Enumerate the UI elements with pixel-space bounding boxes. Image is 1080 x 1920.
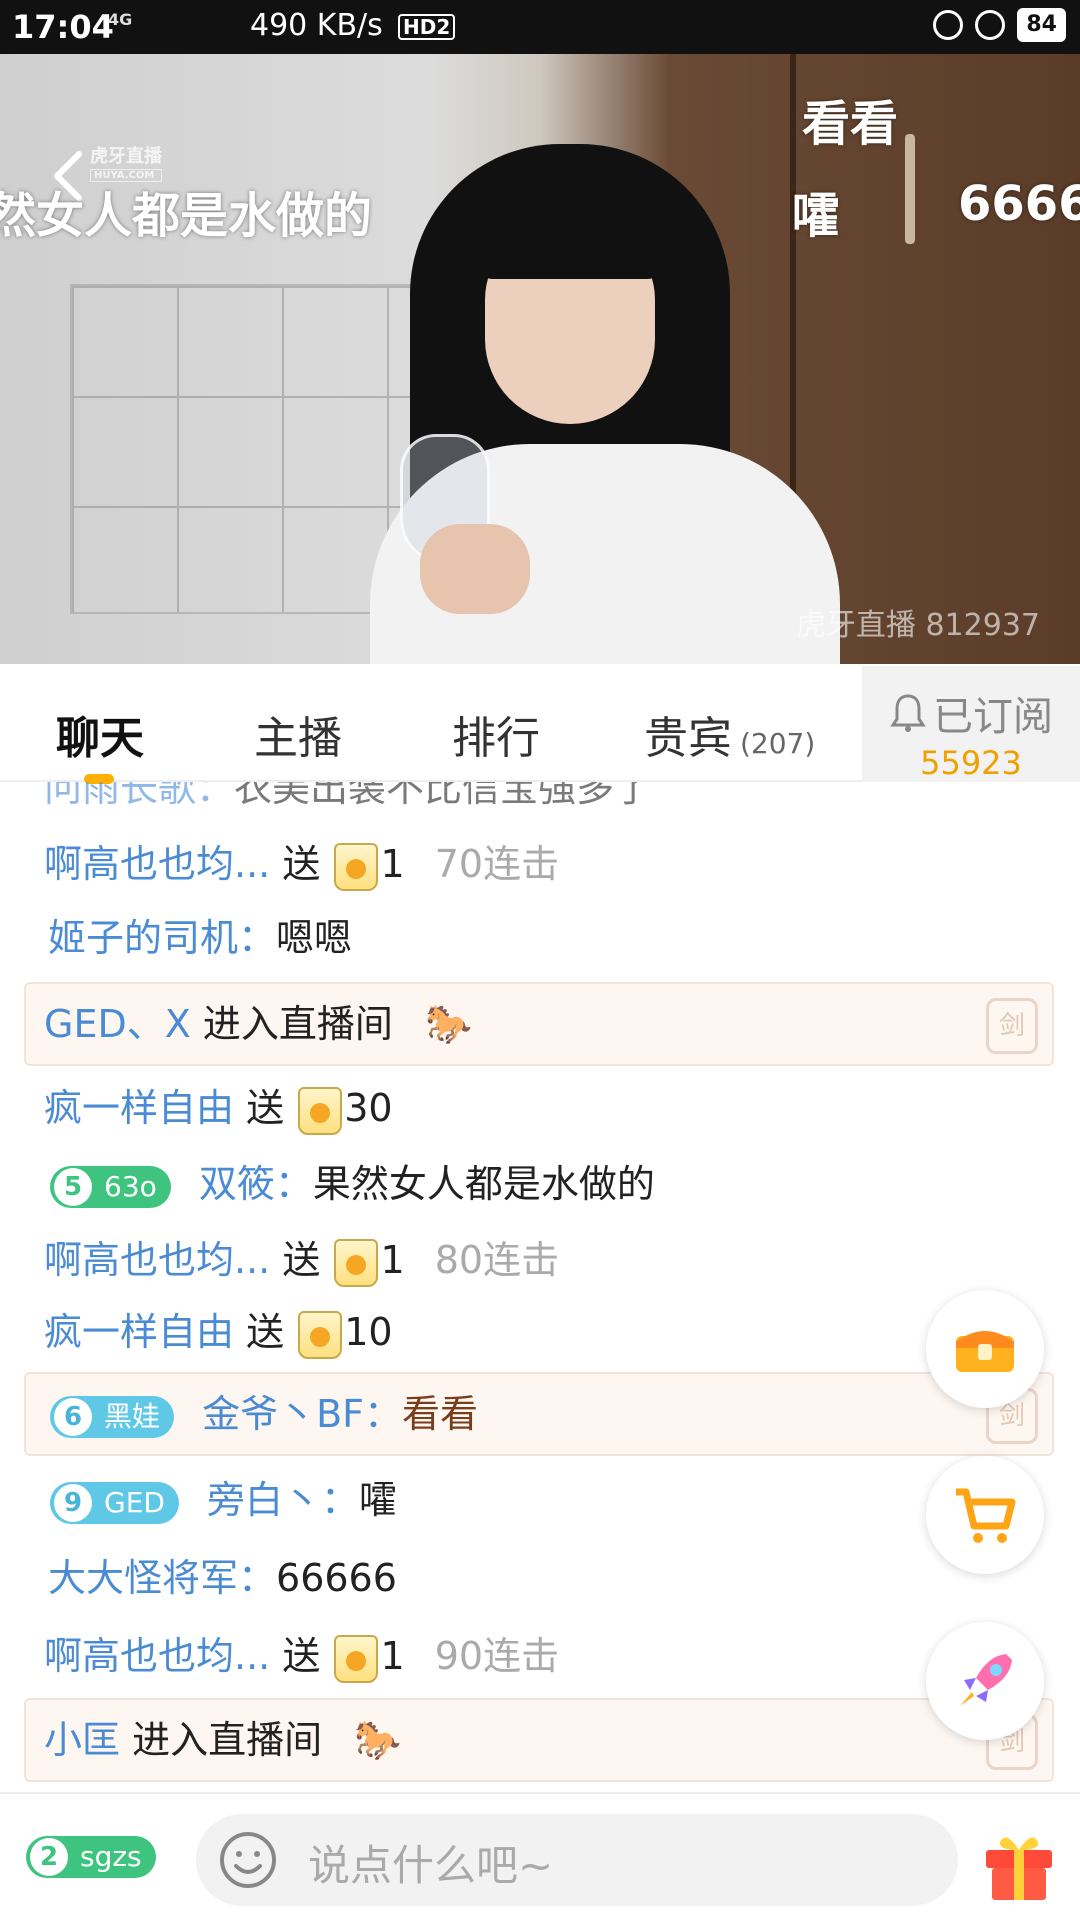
danmaku-item: 看看 <box>802 96 899 152</box>
fan-badge: 5 63o <box>50 1165 171 1208</box>
horse-icon: 🐎 <box>354 1718 402 1762</box>
chat-message: 疯一样自由 送 30 <box>44 1082 1080 1135</box>
status-icons: 84 <box>933 8 1066 42</box>
gift-button[interactable] <box>982 1824 1056 1904</box>
streamer-figure <box>370 114 850 664</box>
chat-input-placeholder: 说点什么吧~ <box>308 1841 554 1890</box>
gift-icon <box>298 1310 343 1359</box>
tab-chat[interactable]: 聊天 <box>56 702 144 766</box>
battery-indicator: 84 <box>1017 8 1066 42</box>
horse-icon: 🐎 <box>424 1002 473 1046</box>
gift-icon <box>334 842 379 891</box>
tab-streamer[interactable]: 主播 <box>254 702 342 766</box>
gift-icon <box>334 1238 379 1287</box>
danmaku-item: 嚯 <box>792 188 841 244</box>
subscribe-button[interactable]: 已订阅 55923 <box>862 666 1080 782</box>
fan-badge: 9 GED <box>50 1481 179 1524</box>
status-bar: 17:04 4G 490 KB/s HD2 84 <box>0 0 1080 54</box>
network-type: 4G <box>108 10 133 29</box>
danmaku-item: 果然女人都是水做的 <box>0 188 373 244</box>
chat-message-cutoff: 问雨长歌：衣美出装不比信宝强多了 <box>44 782 653 810</box>
room-watermark: 虎牙直播 812937 <box>795 608 1040 643</box>
status-time: 17:04 <box>12 8 114 46</box>
highlighted-message: 6 黑娃 金爷丶BF：看看 剑 <box>24 1372 1054 1456</box>
treasure-chest-button[interactable] <box>926 1290 1044 1408</box>
rocket-button[interactable] <box>926 1622 1044 1740</box>
chat-message: 5 63o 双筱：果然女人都是水做的 <box>50 1158 1080 1210</box>
subscribe-label: 已订阅 <box>933 694 1053 740</box>
shop-cart-button[interactable] <box>926 1456 1044 1574</box>
video-background-handle <box>905 134 915 244</box>
alarm-icon <box>975 10 1006 40</box>
enter-room-notice: GED、X 进入直播间 🐎 剑 <box>24 982 1054 1066</box>
chat-message: 啊高也也均... 送 1 80连击 <box>44 1234 1080 1287</box>
chat-input[interactable]: 说点什么吧~ <box>196 1814 958 1906</box>
chat-message: 啊高也也均... 送 1 90连击 <box>44 1630 1080 1683</box>
danmaku-item: 66666 <box>958 176 1080 232</box>
live-video[interactable]: 虎牙直播 HUYA.COM 看看 果然女人都是水做的 嚯 66666 虎牙直播 … <box>0 54 1080 664</box>
treasure-chest-icon <box>956 1331 1014 1372</box>
app-root: 17:04 4G 490 KB/s HD2 84 虎牙直播 HUYA.COM 看… <box>0 0 1080 1920</box>
tab-vip[interactable]: 贵宾 (207) <box>644 702 815 766</box>
chat-message: 啊高也也均... 送 1 70连击 <box>44 838 1080 891</box>
gift-icon <box>334 1634 379 1683</box>
bell-icon <box>890 694 926 732</box>
chat-list[interactable]: 问雨长歌：衣美出装不比信宝强多了 啊高也也均... 送 1 70连击 姬子的司机… <box>0 782 1080 1792</box>
lock-rotation-icon <box>933 10 964 40</box>
emoji-icon[interactable] <box>218 1830 278 1890</box>
network-speed: 490 KB/s <box>250 8 383 43</box>
rocket-icon <box>960 1654 1012 1706</box>
chat-message: 姬子的司机：嗯嗯 <box>48 916 353 960</box>
tab-vip-label: 贵宾 <box>644 713 732 764</box>
chat-message: 大大怪将军：66666 <box>48 1556 397 1600</box>
tab-ranking[interactable]: 排行 <box>452 702 540 766</box>
my-fan-badge[interactable]: 2 sgzs <box>26 1836 156 1878</box>
subscriber-count: 55923 <box>920 744 1022 782</box>
hd-indicator: HD2 <box>398 14 456 40</box>
fan-badge: 6 黑娃 <box>50 1395 175 1438</box>
sword-badge-icon: 剑 <box>986 998 1038 1054</box>
vip-count: (207) <box>740 727 816 760</box>
chat-message: 疯一样自由 送 10 <box>44 1306 1080 1359</box>
chat-input-bar: 2 sgzs 说点什么吧~ <box>0 1792 1080 1920</box>
shopping-cart-icon <box>956 1488 1016 1543</box>
enter-room-notice: 小匡 进入直播间 🐎 剑 <box>24 1698 1054 1782</box>
gift-icon <box>298 1086 343 1135</box>
